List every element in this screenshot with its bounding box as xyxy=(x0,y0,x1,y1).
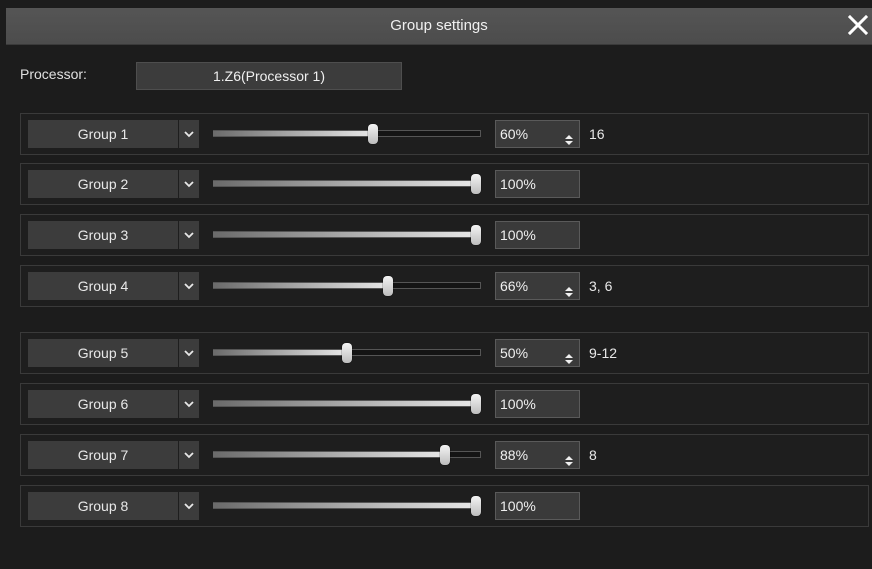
chevron-down-icon xyxy=(184,452,194,459)
level-slider[interactable] xyxy=(213,225,483,245)
channel-list: 8 xyxy=(589,447,597,463)
channel-list: 3, 6 xyxy=(589,278,613,294)
slider-fill xyxy=(213,131,373,136)
level-value: 100% xyxy=(500,176,536,192)
slider-thumb[interactable] xyxy=(471,174,481,194)
group-row: Group 5 50% 9-12 xyxy=(20,332,869,374)
group-select-label: Group 5 xyxy=(28,339,178,367)
level-value: 66% xyxy=(500,278,529,294)
slider-fill xyxy=(213,232,476,237)
level-slider[interactable] xyxy=(213,174,483,194)
channel-list: 16 xyxy=(589,126,605,142)
group-select[interactable]: Group 3 xyxy=(28,221,199,249)
slider-fill xyxy=(213,503,476,508)
level-input[interactable]: 100% xyxy=(495,170,580,198)
close-icon xyxy=(847,14,869,36)
close-button[interactable] xyxy=(846,13,870,37)
level-slider[interactable] xyxy=(213,496,483,516)
group-row: Group 8 100% xyxy=(20,485,869,527)
chevron-down-icon xyxy=(184,350,194,357)
level-slider[interactable] xyxy=(213,343,483,363)
dropdown-toggle[interactable] xyxy=(179,272,199,300)
slider-thumb[interactable] xyxy=(440,445,450,465)
slider-fill xyxy=(213,401,476,406)
slider-thumb[interactable] xyxy=(471,394,481,414)
dropdown-toggle[interactable] xyxy=(179,339,199,367)
dropdown-toggle[interactable] xyxy=(179,170,199,198)
group-select[interactable]: Group 4 xyxy=(28,272,199,300)
processor-field[interactable]: 1.Z6(Processor 1) xyxy=(136,62,402,90)
slider-thumb[interactable] xyxy=(383,276,393,296)
chevron-down-icon xyxy=(184,401,194,408)
titlebar: Group settings xyxy=(6,8,872,45)
spinner-arrows-icon[interactable] xyxy=(565,449,573,466)
dropdown-toggle[interactable] xyxy=(179,221,199,249)
group-select-label: Group 3 xyxy=(28,221,178,249)
slider-thumb[interactable] xyxy=(471,496,481,516)
dropdown-toggle[interactable] xyxy=(179,390,199,418)
group-row: Group 7 88% 8 xyxy=(20,434,869,476)
dropdown-toggle[interactable] xyxy=(179,492,199,520)
level-value: 60% xyxy=(500,126,529,142)
group-select[interactable]: Group 5 xyxy=(28,339,199,367)
channel-list: 9-12 xyxy=(589,345,618,361)
spinner-arrows-icon[interactable] xyxy=(565,128,573,145)
slider-fill xyxy=(213,452,445,457)
group-select[interactable]: Group 8 xyxy=(28,492,199,520)
slider-fill xyxy=(213,283,388,288)
level-input[interactable]: 66% xyxy=(495,272,580,300)
group-select[interactable]: Group 2 xyxy=(28,170,199,198)
chevron-down-icon xyxy=(184,283,194,290)
dropdown-toggle[interactable] xyxy=(179,120,199,148)
level-input[interactable]: 60% xyxy=(495,120,580,148)
chevron-down-icon xyxy=(184,503,194,510)
group-row: Group 4 66% 3, 6 xyxy=(20,265,869,307)
chevron-down-icon xyxy=(184,181,194,188)
group-settings-window: Group settings Processor: 1.Z6(Processor… xyxy=(0,0,872,569)
group-select[interactable]: Group 1 xyxy=(28,120,199,148)
group-select-label: Group 4 xyxy=(28,272,178,300)
processor-label: Processor: xyxy=(20,66,87,82)
dropdown-toggle[interactable] xyxy=(179,441,199,469)
spinner-arrows-icon[interactable] xyxy=(565,347,573,364)
level-slider[interactable] xyxy=(213,394,483,414)
level-input[interactable]: 100% xyxy=(495,390,580,418)
level-slider[interactable] xyxy=(213,124,483,144)
slider-fill xyxy=(213,181,476,186)
window-title: Group settings xyxy=(390,17,488,34)
level-slider[interactable] xyxy=(213,276,483,296)
level-input[interactable]: 100% xyxy=(495,221,580,249)
group-select[interactable]: Group 7 xyxy=(28,441,199,469)
level-value: 100% xyxy=(500,227,536,243)
level-input[interactable]: 50% xyxy=(495,339,580,367)
level-value: 100% xyxy=(500,396,536,412)
slider-thumb[interactable] xyxy=(471,225,481,245)
level-value: 100% xyxy=(500,498,536,514)
group-select-label: Group 7 xyxy=(28,441,178,469)
group-row: Group 2 100% xyxy=(20,163,869,205)
spinner-arrows-icon[interactable] xyxy=(565,280,573,297)
slider-fill xyxy=(213,350,347,355)
slider-thumb[interactable] xyxy=(342,343,352,363)
group-row: Group 1 60% 16 xyxy=(20,113,869,155)
slider-thumb[interactable] xyxy=(368,124,378,144)
level-slider[interactable] xyxy=(213,445,483,465)
chevron-down-icon xyxy=(184,131,194,138)
level-value: 50% xyxy=(500,345,529,361)
group-select-label: Group 2 xyxy=(28,170,178,198)
group-select[interactable]: Group 6 xyxy=(28,390,199,418)
group-row: Group 6 100% xyxy=(20,383,869,425)
group-select-label: Group 8 xyxy=(28,492,178,520)
level-input[interactable]: 88% xyxy=(495,441,580,469)
chevron-down-icon xyxy=(184,232,194,239)
level-input[interactable]: 100% xyxy=(495,492,580,520)
group-row: Group 3 100% xyxy=(20,214,869,256)
group-select-label: Group 1 xyxy=(28,120,178,148)
level-value: 88% xyxy=(500,447,529,463)
group-select-label: Group 6 xyxy=(28,390,178,418)
